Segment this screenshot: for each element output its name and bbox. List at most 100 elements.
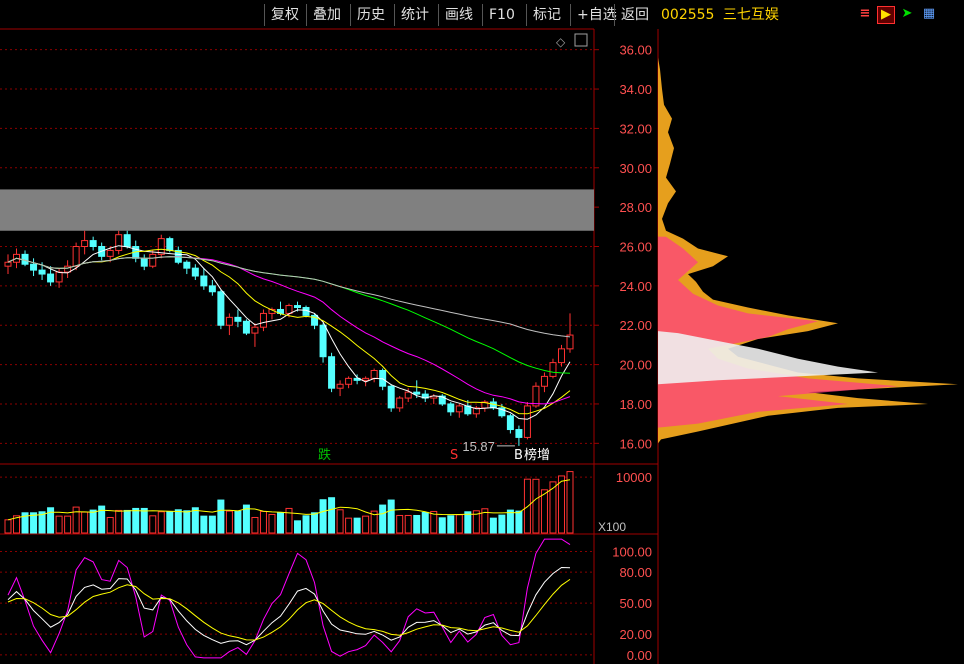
diamond-icon: ◇	[556, 35, 566, 49]
volume-bar	[362, 515, 370, 534]
y-tick-label: 20.00	[619, 358, 652, 373]
resistance-band	[0, 189, 594, 231]
candle	[217, 291, 225, 326]
candle	[506, 415, 514, 431]
candle	[140, 257, 148, 267]
event-mark-0: 跌	[318, 447, 331, 463]
candle	[523, 405, 531, 438]
candle	[532, 385, 540, 407]
volume-bar	[174, 509, 182, 534]
volume-bar	[438, 517, 446, 534]
volume-bar	[234, 510, 242, 534]
ma-line	[7, 248, 571, 415]
candle	[285, 305, 293, 314]
volume-bar	[251, 516, 259, 534]
candle	[319, 324, 327, 358]
event-mark-2: B	[514, 448, 523, 463]
volume-bar	[115, 509, 123, 534]
indicator-tick-label: 100.00	[612, 545, 652, 560]
candle	[362, 377, 370, 381]
candle	[387, 385, 395, 409]
candle	[106, 249, 114, 257]
candle	[72, 246, 80, 267]
volume-bar	[566, 471, 574, 534]
candle	[115, 234, 123, 251]
volume-bar	[191, 507, 199, 534]
volume-bar	[294, 520, 302, 534]
volume-bar	[4, 519, 12, 534]
candle	[396, 397, 404, 409]
candle	[225, 316, 233, 326]
volume-bar	[557, 475, 565, 534]
y-tick-label: 24.00	[619, 279, 652, 294]
volume-bar	[336, 509, 344, 534]
volume-bar	[319, 499, 327, 534]
candle	[294, 305, 302, 309]
volume-bar	[157, 511, 165, 534]
y-tick-label: 28.00	[619, 200, 652, 215]
indicator-tick-label: 80.00	[619, 565, 652, 580]
volume-bar	[353, 517, 361, 534]
volume-bar	[183, 510, 191, 534]
volume-bar	[447, 515, 455, 534]
volume-bar	[498, 514, 506, 534]
y-tick-label: 18.00	[619, 397, 652, 412]
volume-bar	[149, 515, 157, 534]
candle	[30, 263, 38, 271]
volume-bar	[396, 514, 404, 534]
candle	[447, 403, 455, 413]
candle	[515, 429, 523, 438]
volume-bar	[455, 514, 463, 534]
volume-bar	[64, 515, 72, 534]
candle	[557, 348, 565, 364]
volume-bar	[132, 507, 140, 534]
volume-bar	[387, 499, 395, 534]
candle	[328, 356, 336, 389]
volume-tick-label: 10000	[616, 470, 652, 485]
candle	[149, 253, 157, 267]
volume-bar	[217, 499, 225, 534]
candle	[157, 238, 165, 255]
candle	[336, 383, 344, 389]
candle	[38, 269, 46, 275]
y-tick-label: 36.00	[619, 43, 652, 58]
candle	[4, 261, 12, 267]
volume-bar	[72, 506, 80, 534]
volume-bar	[421, 511, 429, 534]
indicator-line	[7, 578, 571, 641]
candle	[183, 261, 191, 269]
volume-bar	[276, 511, 284, 534]
chip-profile-peak	[658, 331, 878, 385]
volume-unit-label: X100	[598, 520, 626, 534]
volume-bar	[345, 517, 353, 534]
volume-bar	[166, 511, 174, 534]
volume-bar	[55, 515, 63, 534]
volume-bar	[208, 515, 216, 534]
indicator-line	[7, 538, 571, 659]
y-tick-label: 26.00	[619, 240, 652, 255]
volume-bar	[328, 497, 336, 534]
volume-bar	[311, 512, 319, 534]
volume-bar	[413, 514, 421, 534]
candle	[81, 240, 89, 248]
candle	[549, 362, 557, 377]
candle	[345, 377, 353, 385]
volume-bar	[540, 489, 548, 534]
event-mark-3: 榜增	[524, 447, 550, 463]
volume-bar	[506, 509, 514, 534]
volume-bar	[464, 511, 472, 534]
candle	[55, 271, 63, 283]
candle	[208, 285, 216, 293]
volume-bar	[89, 509, 97, 534]
volume-bar	[285, 507, 293, 534]
candle	[259, 312, 267, 328]
candle	[370, 369, 378, 379]
kline-chart[interactable]: 36.00 34.00 32.00 30.00 28.00 26.00 24.00 22.00…	[0, 0, 964, 664]
low-label: 15.87	[462, 439, 495, 454]
candle	[455, 405, 463, 413]
candle	[89, 240, 97, 248]
y-tick-label: 34.00	[619, 82, 652, 97]
maximize-icon	[574, 33, 588, 47]
ma-line	[7, 256, 571, 405]
indicator-tick-label: 0.00	[627, 648, 652, 663]
